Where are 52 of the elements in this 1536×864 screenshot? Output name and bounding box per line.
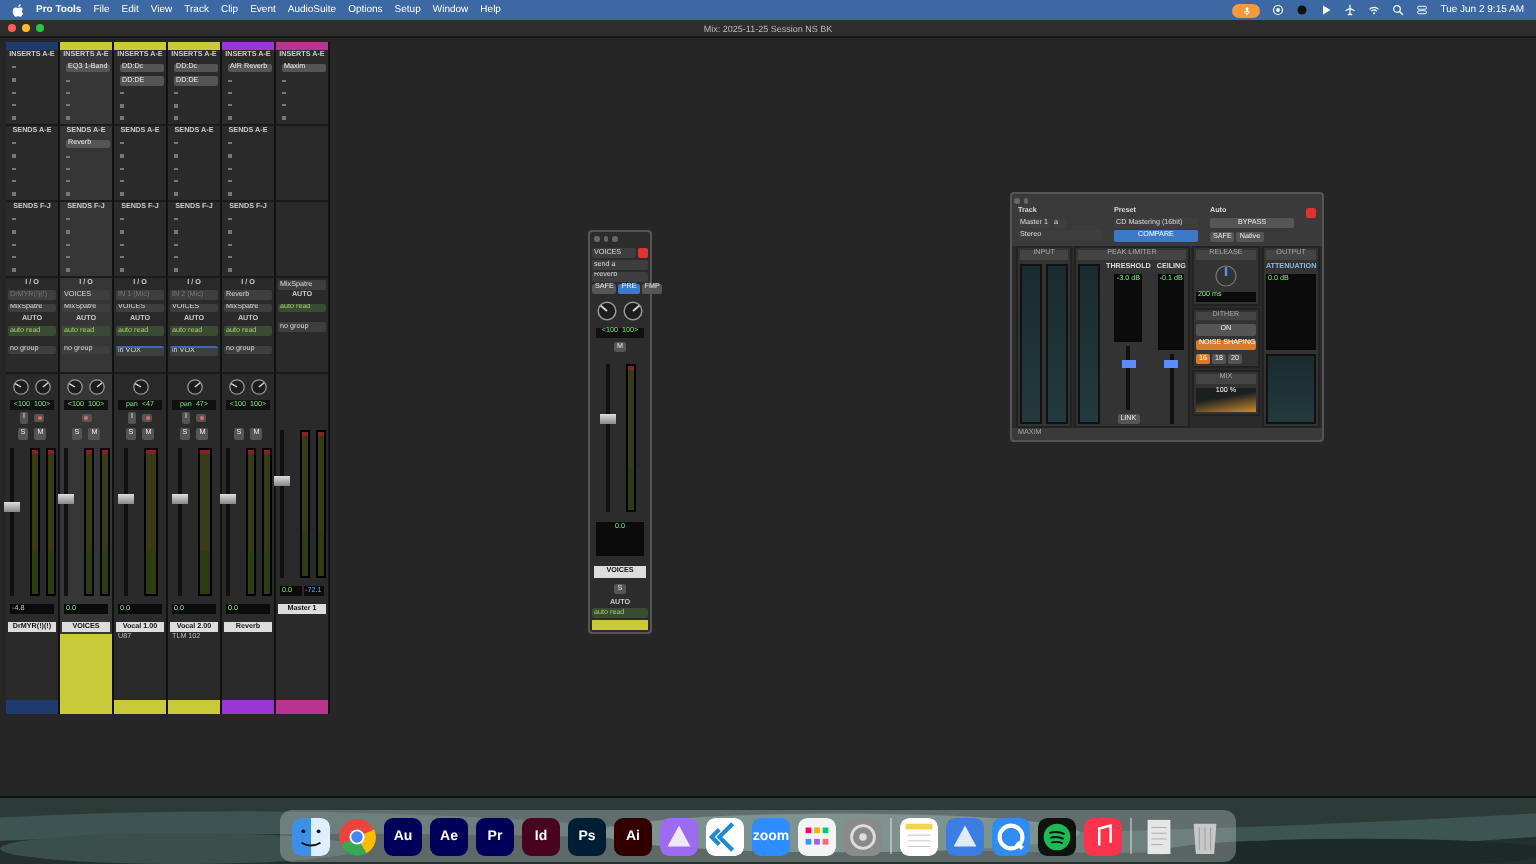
pan-knob[interactable] bbox=[131, 378, 149, 396]
circle-icon[interactable] bbox=[1296, 4, 1309, 16]
fader-handle[interactable] bbox=[57, 494, 73, 505]
output-meter bbox=[1265, 353, 1317, 425]
app-icon[interactable] bbox=[660, 817, 698, 855]
close-button[interactable] bbox=[638, 248, 648, 258]
slider-thumb[interactable] bbox=[1164, 359, 1179, 368]
microphone-icon[interactable] bbox=[1232, 3, 1261, 17]
airplane-icon[interactable] bbox=[1344, 4, 1357, 16]
browser-icon[interactable] bbox=[338, 817, 376, 855]
quicktime-icon[interactable] bbox=[992, 817, 1030, 855]
pan-knob[interactable] bbox=[34, 378, 52, 396]
pan-knob[interactable] bbox=[88, 378, 106, 396]
wifi-icon[interactable] bbox=[1368, 4, 1381, 16]
record-button[interactable] bbox=[34, 414, 44, 422]
fader-handle[interactable] bbox=[3, 502, 19, 513]
pan-knob[interactable] bbox=[12, 378, 30, 396]
pan-knob[interactable] bbox=[185, 378, 203, 396]
notes-icon[interactable] bbox=[900, 817, 938, 855]
finder-icon[interactable] bbox=[292, 817, 330, 855]
apple-icon[interactable] bbox=[12, 3, 24, 17]
pan-knob[interactable] bbox=[250, 378, 268, 396]
minimize-button[interactable] bbox=[22, 24, 30, 32]
fader-handle[interactable] bbox=[117, 494, 133, 505]
record-button[interactable] bbox=[196, 414, 206, 422]
control-center-icon[interactable] bbox=[1416, 4, 1429, 16]
gear-icon[interactable] bbox=[844, 817, 882, 855]
fader-handle[interactable] bbox=[171, 494, 187, 505]
fader-handle[interactable] bbox=[599, 414, 615, 425]
level-knob[interactable] bbox=[622, 299, 644, 322]
play-icon[interactable] bbox=[1320, 4, 1333, 16]
pan-knob[interactable] bbox=[228, 378, 246, 396]
threshold-slider[interactable] bbox=[1126, 345, 1131, 411]
record-button[interactable] bbox=[142, 414, 152, 422]
music-icon[interactable] bbox=[1084, 817, 1122, 855]
slider-thumb[interactable] bbox=[1121, 360, 1136, 369]
close-button[interactable] bbox=[1306, 208, 1316, 218]
fader-handle[interactable] bbox=[273, 476, 289, 487]
search-icon[interactable] bbox=[1392, 4, 1405, 16]
pan-knob[interactable] bbox=[66, 378, 84, 396]
level-knob[interactable] bbox=[596, 299, 618, 322]
code-editor-icon[interactable] bbox=[706, 817, 744, 855]
close-button[interactable] bbox=[8, 24, 16, 32]
strip-footer bbox=[60, 634, 112, 700]
grid-icon[interactable] bbox=[798, 817, 836, 855]
ceiling-slider[interactable] bbox=[1169, 353, 1174, 425]
spotify-icon[interactable] bbox=[1038, 817, 1076, 855]
app-icon[interactable] bbox=[946, 817, 984, 855]
fader-handle[interactable] bbox=[219, 494, 235, 505]
release-knob[interactable] bbox=[1213, 263, 1238, 288]
record-status-icon[interactable] bbox=[1272, 4, 1285, 16]
zoom-button[interactable] bbox=[36, 24, 44, 32]
